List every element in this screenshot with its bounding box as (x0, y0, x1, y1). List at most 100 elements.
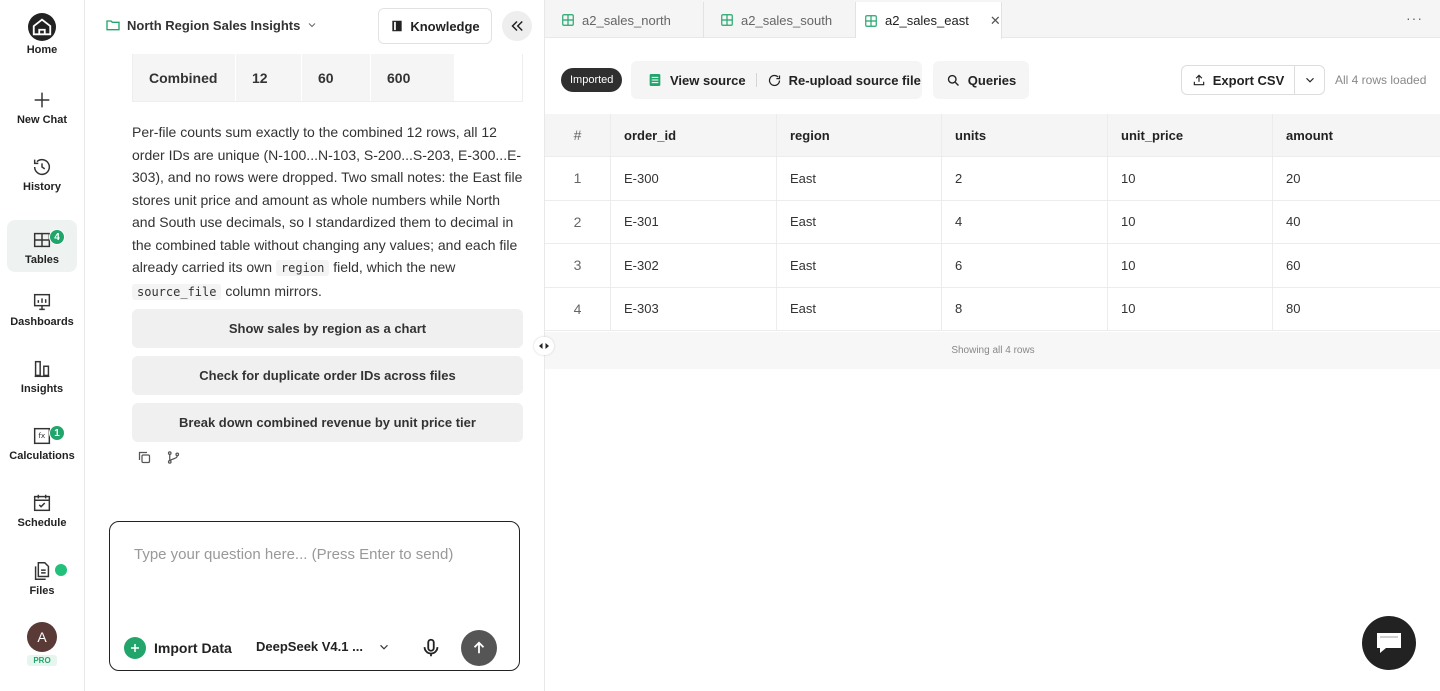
plan-badge: PRO (27, 655, 57, 666)
summary-table-row: Combined 12 60 600 (132, 54, 523, 102)
plus-circle-icon (124, 637, 146, 659)
column-header[interactable]: amount (1273, 114, 1440, 156)
plus-icon (34, 92, 50, 108)
message-text: field, which the new (329, 259, 456, 275)
tab-a2-sales-south[interactable]: a2_sales_south (704, 2, 856, 38)
copy-icon[interactable] (137, 450, 152, 465)
nav-item-calculations[interactable]: fx 1 Calculations (7, 416, 77, 468)
summary-cell: Combined (133, 54, 236, 101)
suggestion-button[interactable]: Break down combined revenue by unit pric… (132, 403, 523, 442)
nav-item-history[interactable]: History (7, 147, 77, 199)
column-header[interactable]: order_id (611, 114, 777, 156)
files-icon (34, 562, 50, 580)
table-cell[interactable]: 10 (1108, 287, 1273, 330)
nav-label: Home (26, 44, 58, 56)
search-icon (947, 74, 959, 86)
nav-label: Dashboards (10, 316, 74, 328)
table-cell: 4 (545, 287, 611, 330)
nav-item-dashboards[interactable]: Dashboards (7, 282, 77, 334)
table-row[interactable]: 4 E-303 East 8 10 80 (545, 287, 1440, 331)
nav-label: Schedule (17, 517, 67, 529)
chat-panel: North Region Sales Insights Knowledge Co… (85, 0, 544, 691)
import-data-button[interactable]: Import Data (124, 637, 232, 659)
table-cell[interactable]: 2 (942, 157, 1108, 200)
table-cell[interactable]: East (777, 287, 942, 330)
nav-label: Tables (24, 254, 60, 266)
column-header[interactable]: units (942, 114, 1108, 156)
project-selector[interactable]: North Region Sales Insights (105, 17, 318, 33)
assistant-message: Per-file counts sum exactly to the combi… (132, 121, 527, 303)
chevron-down-icon (309, 23, 316, 28)
knowledge-button[interactable]: Knowledge (378, 8, 492, 44)
table-cell[interactable]: 4 (942, 200, 1108, 243)
chevron-down-icon (380, 644, 388, 650)
resize-arrows-icon (539, 343, 549, 349)
tab-a2-sales-north[interactable]: a2_sales_north (545, 2, 704, 38)
table-cell[interactable]: E-302 (611, 244, 777, 287)
table-row[interactable]: 3 E-302 East 6 10 60 (545, 244, 1440, 288)
suggestion-button[interactable]: Check for duplicate order IDs across fil… (132, 356, 523, 395)
table-cell[interactable]: 80 (1273, 288, 1440, 331)
nav-item-files[interactable]: Files (7, 551, 77, 603)
table-cell[interactable]: 40 (1273, 201, 1440, 244)
queries-button[interactable]: Queries (933, 61, 1029, 99)
send-button[interactable] (461, 630, 497, 666)
divider (755, 73, 757, 87)
reupload-button[interactable]: Re-upload source file (767, 73, 921, 88)
nav-item-insights[interactable]: Insights (7, 349, 77, 401)
view-source-button[interactable]: View source (647, 72, 746, 88)
table-toolbar: Imported View source Re-upload source fi… (545, 60, 1440, 100)
table-icon (562, 14, 574, 26)
inline-code: source_file (132, 283, 222, 300)
folder-icon (106, 20, 120, 31)
table-cell[interactable]: 10 (1108, 200, 1273, 243)
table-cell[interactable]: 10 (1108, 157, 1273, 200)
table-row[interactable]: 2 E-301 East 4 10 40 (545, 200, 1440, 244)
suggestion-button[interactable]: Show sales by region as a chart (132, 309, 523, 348)
rows-loaded-status: All 4 rows loaded (1335, 73, 1427, 87)
message-actions (137, 450, 181, 465)
table-cell[interactable]: E-303 (611, 287, 777, 330)
queries-label: Queries (967, 72, 1017, 88)
column-header[interactable]: unit_price (1108, 114, 1273, 156)
tab-a2-sales-east[interactable]: a2_sales_east ✕ (856, 2, 1002, 39)
table-cell[interactable]: 6 (942, 244, 1108, 287)
table-row[interactable]: 1 E-300 East 2 10 20 (545, 157, 1440, 201)
table-cell[interactable]: E-301 (611, 200, 777, 243)
table-cell[interactable]: 60 (1273, 244, 1440, 287)
tables-badge: 4 (49, 229, 65, 245)
microphone-icon (423, 638, 439, 657)
nav-item-schedule[interactable]: Schedule (7, 483, 77, 535)
export-options-button[interactable] (1295, 66, 1324, 94)
table-cell[interactable]: E-300 (611, 157, 777, 200)
insights-icon (34, 360, 50, 378)
column-header[interactable]: # (545, 114, 611, 156)
table-cell[interactable]: 8 (942, 287, 1108, 330)
knowledge-label: Knowledge (410, 18, 480, 34)
more-options-icon[interactable]: ··· (1406, 10, 1423, 26)
microphone-button[interactable] (420, 636, 442, 663)
collapse-panel-button[interactable] (502, 11, 532, 41)
table-cell[interactable]: 10 (1108, 244, 1273, 287)
model-selector[interactable]: DeepSeek V4.1 ... (256, 639, 391, 654)
table-cell[interactable]: East (777, 157, 942, 200)
nav-item-new-chat[interactable]: New Chat (7, 80, 77, 132)
double-chevron-left-icon (511, 20, 523, 32)
upload-icon (1193, 74, 1204, 86)
table-cell[interactable]: East (777, 244, 942, 287)
status-badge: Imported (561, 68, 623, 92)
tab-bar: a2_sales_north a2_sales_south a2_sales_e… (545, 0, 1440, 39)
support-chat-button[interactable] (1362, 616, 1416, 670)
avatar[interactable]: A (27, 622, 57, 652)
table-cell[interactable]: East (777, 200, 942, 243)
nav-item-home[interactable]: Home (7, 10, 77, 62)
nav-item-tables[interactable]: 4 Tables (7, 220, 77, 272)
export-csv-group: Export CSV (1181, 65, 1325, 95)
export-csv-button[interactable]: Export CSV (1182, 66, 1295, 94)
close-icon[interactable]: ✕ (990, 13, 1001, 29)
column-header[interactable]: region (777, 114, 942, 156)
chat-input[interactable]: Type your question here... (Press Enter … (134, 546, 453, 563)
branch-icon[interactable] (166, 450, 181, 465)
table-cell[interactable]: 20 (1273, 157, 1440, 200)
panel-resize-handle[interactable] (534, 337, 554, 355)
